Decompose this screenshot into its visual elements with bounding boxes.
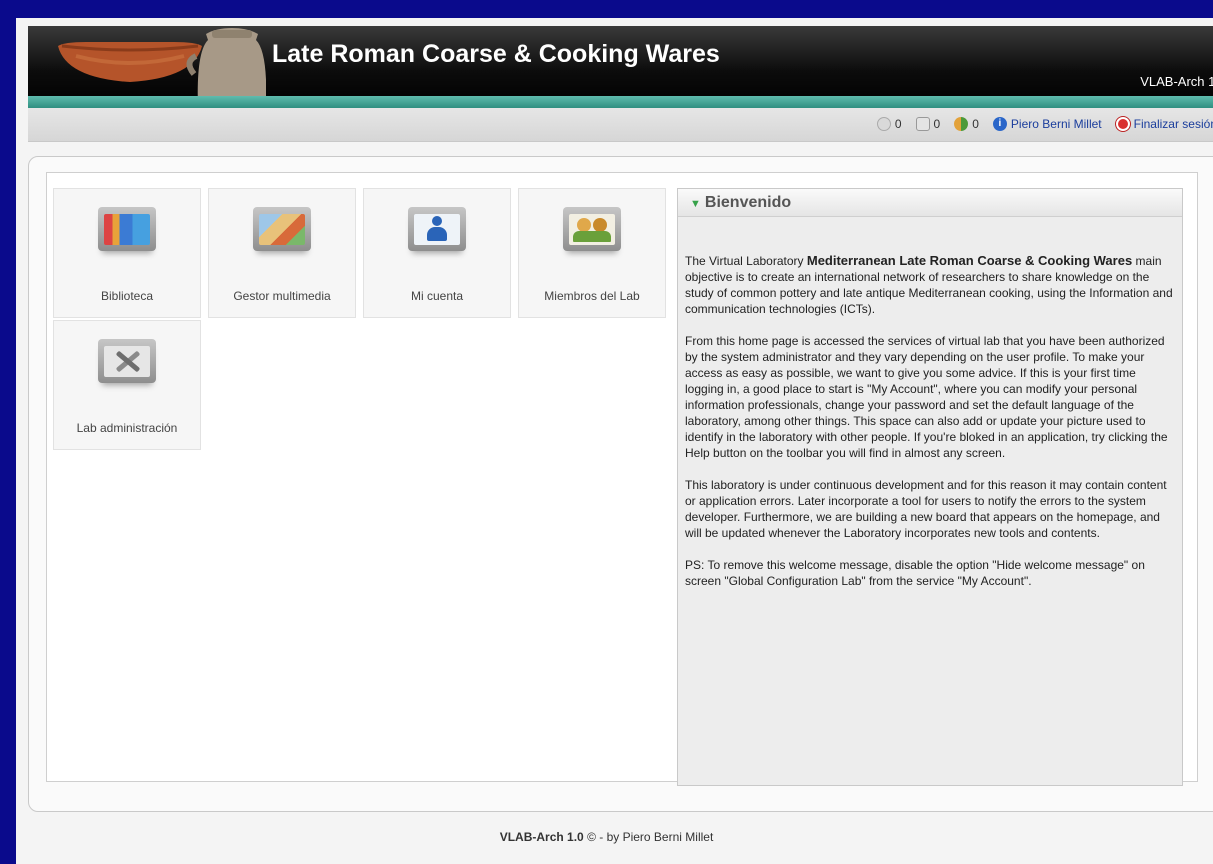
welcome-header[interactable]: ▼ Bienvenido [678,189,1182,217]
app-header: Late Roman Coarse & Cooking Wares VLAB-A… [28,26,1213,108]
app-version: VLAB-Arch 1. [1140,74,1213,89]
tile-mi-cuenta[interactable]: Mi cuenta [363,188,511,318]
tile-miembros-del-lab[interactable]: Miembros del Lab [518,188,666,318]
multimedia-icon [253,207,311,251]
users-counter[interactable]: 0 [954,117,979,131]
messages-counter[interactable]: 0 [876,117,902,131]
content-area: Biblioteca Gestor multimedia Mi cuenta M… [46,172,1198,786]
tile-gestor-multimedia[interactable]: Gestor multimedia [208,188,356,318]
welcome-box: ▼ Bienvenido The Virtual Laboratory Medit… [677,188,1183,786]
tile-biblioteca[interactable]: Biblioteca [53,188,201,318]
welcome-paragraph-2: From this home page is accessed the serv… [685,334,1168,460]
books-icon [98,207,156,251]
welcome-paragraph-3: This laboratory is under continuous deve… [685,478,1167,540]
header-accent-bar [28,96,1213,108]
main-panel: Biblioteca Gestor multimedia Mi cuenta M… [28,156,1213,812]
members-icon [563,207,621,251]
app-title: Late Roman Coarse & Cooking Wares [272,40,720,68]
logout-icon [1115,117,1130,131]
welcome-paragraph-1: The Virtual Laboratory Mediterranean Lat… [685,253,1173,316]
info-icon: i [992,117,1007,131]
logout-link[interactable]: Finalizar sesión [1115,117,1213,131]
tools-icon [98,339,156,383]
collapse-triangle-icon: ▼ [690,198,701,210]
page-frame: Late Roman Coarse & Cooking Wares VLAB-A… [16,18,1213,864]
page-footer: VLAB-Arch 1.0 © - by Piero Berni Millet [499,830,714,844]
account-icon [408,207,466,251]
document-icon [915,117,930,131]
tile-lab-administracion[interactable]: Lab administración [53,320,201,450]
user-profile-link[interactable]: i Piero Berni Millet [992,117,1102,131]
welcome-paragraph-4: PS: To remove this welcome message, disa… [685,558,1145,588]
user-toolbar: 0 0 0 i Piero Berni Millet Finalizar ses… [28,108,1213,142]
welcome-body: The Virtual Laboratory Mediterranean Lat… [678,217,1182,589]
users-icon [954,117,969,131]
envelope-icon [876,117,891,131]
documents-counter[interactable]: 0 [915,117,940,131]
